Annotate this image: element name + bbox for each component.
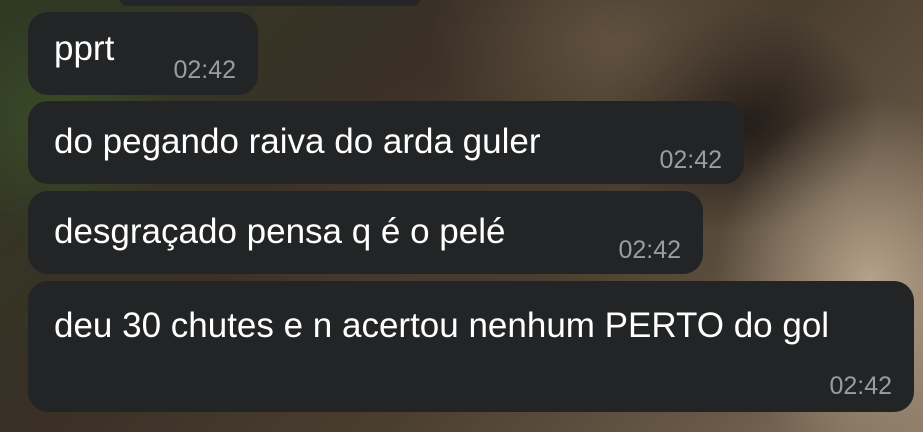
message-timestamp: 02:42 (618, 236, 681, 264)
previous-message-bubble[interactable] (120, 0, 420, 6)
message-bubble[interactable]: deu 30 chutes e n acertou nenhum PERTO d… (28, 281, 914, 412)
message-text: deu 30 chutes e n acertou nenhum PERTO d… (54, 306, 830, 345)
message-text: pprt (54, 29, 115, 68)
message-timestamp: 02:42 (829, 372, 892, 400)
message-bubble[interactable]: do pegando raiva do arda guler 02:42 (28, 101, 744, 184)
message-bubble[interactable]: desgraçado pensa q é o pelé 02:42 (28, 191, 703, 274)
message-text: desgraçado pensa q é o pelé (54, 212, 506, 251)
message-timestamp: 02:42 (173, 56, 236, 84)
message-text: do pegando raiva do arda guler (54, 122, 541, 161)
message-bubble[interactable]: pprt 02:42 (28, 12, 258, 95)
message-timestamp: 02:42 (659, 146, 722, 174)
